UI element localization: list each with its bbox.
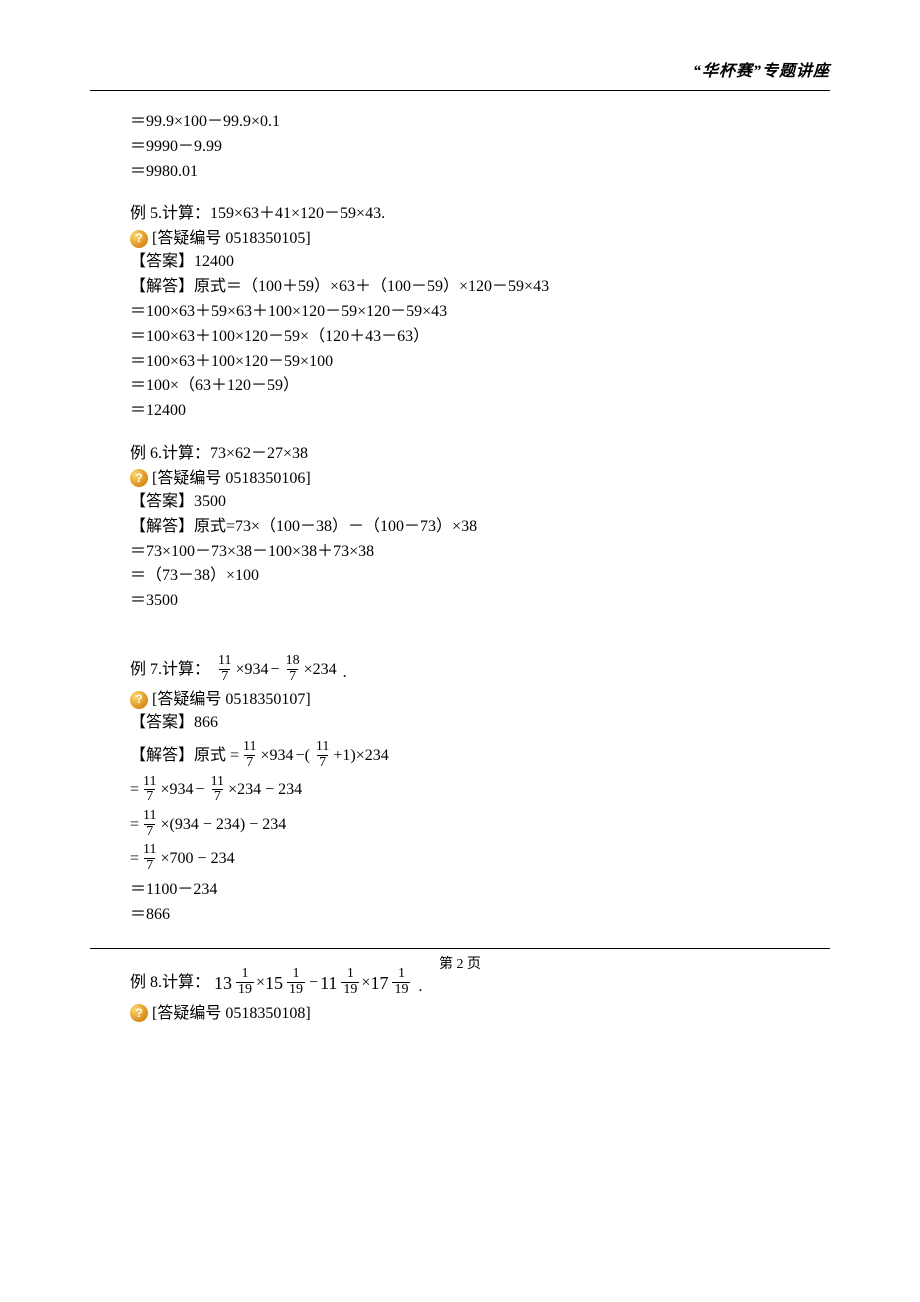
fraction-11-7: 117 [141, 775, 158, 805]
header-rule [90, 90, 830, 91]
ex7-sol-0: 【解答】原式 = 117 ×934 −( 117 +1) ×234 [130, 740, 830, 770]
question-mark-icon: ? [130, 691, 148, 709]
ex5-answer: 【答案】12400 [130, 250, 830, 275]
ex8-qr-line: ? [答疑编号 0518350108] [130, 1002, 830, 1025]
ex5-step-1: 【解答】原式＝（100＋59）×63＋（100－59）×120－59×43 [130, 275, 830, 300]
fraction-11-7: 117 [216, 654, 233, 684]
fraction-18-7: 187 [284, 654, 302, 684]
times-234: ×234 [356, 744, 389, 767]
intro-line-2: ＝9990－9.99 [130, 135, 830, 160]
ex7-qr-line: ? [答疑编号 0518350107] [130, 688, 830, 711]
equals: = [130, 813, 139, 836]
tail-234-minus-234: ×234 − 234 [228, 778, 302, 801]
ex7-sol-2: = 117 ×(934 − 234) − 234 [130, 809, 830, 839]
ex5-title: 例 5.计算：159×63＋41×120－59×43. [130, 202, 830, 227]
plus-1-rparen: +1) [333, 744, 355, 767]
times-934: ×934 [236, 658, 269, 681]
ex6-step-3: ＝（73－38）×100 [130, 564, 830, 589]
fraction-11-7: 117 [141, 809, 158, 839]
ex6-qr-text: [答疑编号 0518350106] [152, 467, 311, 490]
ex5-qr-text: [答疑编号 0518350105] [152, 227, 311, 250]
ex8-qr-text: [答疑编号 0518350108] [152, 1002, 311, 1025]
equals: = [130, 778, 139, 801]
ex7-prefix: 例 7.计算： [130, 658, 210, 681]
ex7-sol-3: = 117 ×700 − 234 [130, 843, 830, 873]
mid-700: ×700 − 234 [161, 847, 235, 870]
ex5-step-2: ＝100×63＋59×63＋100×120－59×120－59×43 [130, 300, 830, 325]
ex6-title: 例 6.计算：73×62－27×38 [130, 442, 830, 467]
ex5-step-5: ＝100×（63＋120－59） [130, 374, 830, 399]
fraction-11-7: 117 [209, 775, 226, 805]
ex5-step-6: ＝12400 [130, 399, 830, 424]
period: . [418, 975, 422, 998]
ex6-step-1: 【解答】原式=73×（100－38）－（100－73）×38 [130, 515, 830, 540]
minus: − [196, 778, 205, 801]
minus-lparen: −( [296, 744, 310, 767]
mid-paren-diff: ×(934 − 234) − 234 [161, 813, 287, 836]
ex5-qr-line: ? [答疑编号 0518350105] [130, 227, 830, 250]
fraction-11-7: 117 [314, 740, 331, 770]
ex6-step-2: ＝73×100－73×38－100×38＋73×38 [130, 540, 830, 565]
equals: = [130, 847, 139, 870]
equals: = [230, 744, 239, 767]
ex7-sol-4: ＝1100－234 [130, 878, 830, 903]
question-mark-icon: ? [130, 469, 148, 487]
footer-page: 第 2 页 [90, 955, 830, 975]
ex7-sol-5: ＝866 [130, 903, 830, 928]
times-234: ×234 [304, 658, 337, 681]
minus: − [271, 658, 280, 681]
ex6-answer: 【答案】3500 [130, 490, 830, 515]
period: . [343, 661, 347, 684]
ex5-step-3: ＝100×63＋100×120－59×（120＋43－63） [130, 325, 830, 350]
intro-line-3: ＝9980.01 [130, 160, 830, 185]
ex6-step-4: ＝3500 [130, 589, 830, 614]
fraction-11-7: 117 [141, 843, 158, 873]
ex7-sol-1: = 117 ×934 − 117 ×234 − 234 [130, 775, 830, 805]
fraction-11-7: 117 [241, 740, 258, 770]
footer-rule [90, 948, 830, 949]
times-934: ×934 [261, 744, 294, 767]
footer: 第 2 页 [90, 948, 830, 975]
ex7-qr-text: [答疑编号 0518350107] [152, 688, 311, 711]
header-right: “华杯赛”专题讲座 [693, 60, 830, 83]
ex5-step-4: ＝100×63＋100×120－59×100 [130, 350, 830, 375]
question-mark-icon: ? [130, 1004, 148, 1022]
ex6-qr-line: ? [答疑编号 0518350106] [130, 467, 830, 490]
times-934: ×934 [161, 778, 194, 801]
intro-line-1: ＝99.9×100－99.9×0.1 [130, 110, 830, 135]
ex7-title: 例 7.计算： 117 ×934 − 187 ×234 . [130, 654, 830, 684]
ex7-answer: 【答案】866 [130, 711, 830, 736]
question-mark-icon: ? [130, 230, 148, 248]
ex7-sol-prefix: 【解答】原式 [130, 744, 226, 767]
